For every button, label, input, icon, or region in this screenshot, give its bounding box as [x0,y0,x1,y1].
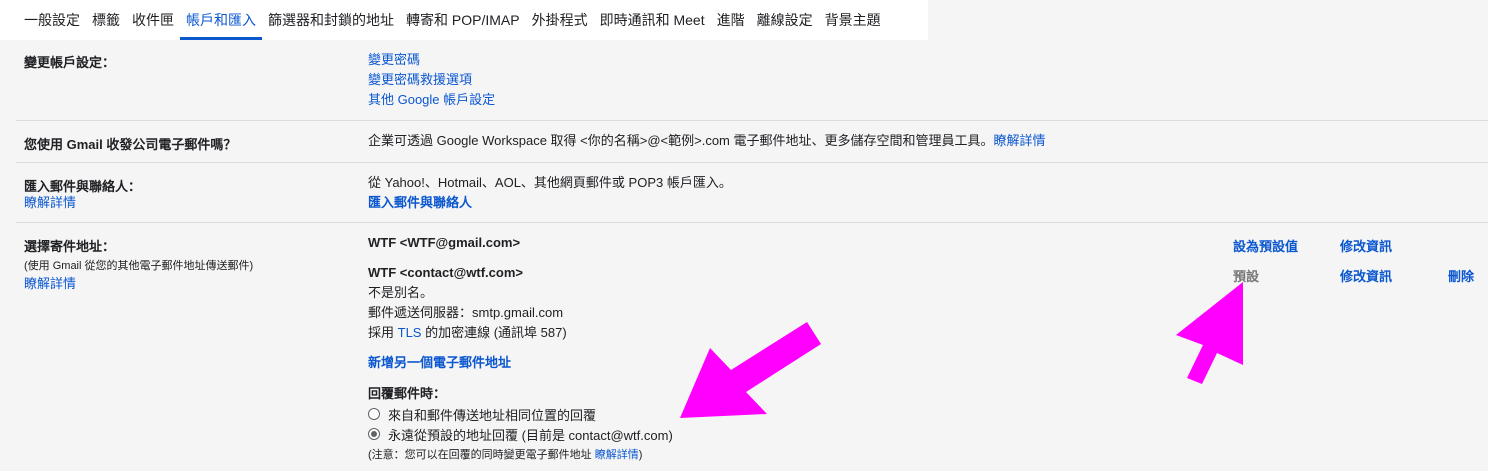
reply-note: (注意：您可以在回覆的同時變更電子郵件地址 瞭解詳情) [368,449,643,461]
section-divider [16,162,1488,163]
default-label: 預設 [1233,269,1260,284]
tab-themes[interactable]: 背景主題 [819,0,887,40]
tls-info: 採用 TLS 的加密連線 (通訊埠 587) [368,325,567,340]
tab-general[interactable]: 一般設定 [0,0,86,40]
import-mail-contacts-link[interactable]: 匯入郵件與聯絡人 [368,195,472,210]
reply-settings: 回覆郵件時： 來自和郵件傳送地址相同位置的回覆 永遠從預設的地址回覆 (目前是 … [368,384,673,462]
address-2-block: WTF <contact@wtf.com> 不是別名。 郵件遞送伺服器：smtp… [368,263,567,343]
section-divider [16,222,1488,223]
tls-link[interactable]: TLS [398,325,422,340]
google-account-settings-link[interactable]: 其他 Google 帳戶設定 [368,92,495,107]
change-password-link[interactable]: 變更密碼 [368,52,420,67]
send-as-label: 選擇寄件地址： [24,239,116,254]
tab-forwarding[interactable]: 轉寄和 POP/IMAP [400,0,526,40]
reply-note-learn-more-link[interactable]: 瞭解詳情 [595,449,639,461]
edit-info-link-2[interactable]: 修改資訊 [1340,266,1392,285]
send-as-sublabel: (使用 Gmail 從您的其他電子郵件地址傳送郵件) [24,260,254,272]
change-account-links: 變更密碼 變更密碼救援選項 其他 Google 帳戶設定 [368,50,495,110]
alias-note: 不是別名。 [368,285,434,300]
delete-link[interactable]: 刪除 [1448,266,1474,285]
section-divider [16,120,1488,121]
set-default-link[interactable]: 設為預設值 [1233,236,1298,255]
business-text: 企業可透過 Google Workspace 取得 <你的名稱>@<範例>.co… [368,133,994,148]
tabs-filler [928,0,1488,40]
tab-offline[interactable]: 離線設定 [751,0,819,40]
smtp-server: 郵件遞送伺服器：smtp.gmail.com [368,305,564,320]
tab-advanced[interactable]: 進階 [711,0,751,40]
edit-info-link[interactable]: 修改資訊 [1340,236,1392,255]
tab-accounts-import[interactable]: 帳戶和匯入 [180,0,262,40]
change-account-label: 變更帳戶設定： [24,55,116,70]
address-2: WTF <contact@wtf.com> [368,265,523,280]
arrow-annotation-reply [680,322,821,418]
radio-default-address[interactable] [368,428,380,440]
business-learn-more-link[interactable]: 瞭解詳情 [994,133,1046,148]
import-content: 從 Yahoo!、Hotmail、AOL、其他網頁郵件或 POP3 帳戶匯入。 … [368,173,732,213]
add-another-address-link[interactable]: 新增另一個電子郵件地址 [368,355,511,370]
business-label: 您使用 Gmail 收發公司電子郵件嗎？ [24,137,237,152]
send-as-learn-more-link[interactable]: 瞭解詳情 [24,276,76,291]
tab-labels[interactable]: 標籤 [86,0,126,40]
arrow-annotation-default [1176,282,1243,384]
radio-same-address[interactable] [368,408,380,420]
reply-heading: 回覆郵件時： [368,386,447,401]
import-text: 從 Yahoo!、Hotmail、AOL、其他網頁郵件或 POP3 帳戶匯入。 [368,175,732,190]
address-1: WTF <WTF@gmail.com> [368,235,521,250]
reply-option-same-address[interactable]: 來自和郵件傳送地址相同位置的回覆 [368,404,673,424]
recovery-options-link[interactable]: 變更密碼救援選項 [368,72,472,87]
tab-addons[interactable]: 外掛程式 [526,0,594,40]
import-learn-more-link[interactable]: 瞭解詳情 [24,195,76,210]
reply-option-default-address[interactable]: 永遠從預設的地址回覆 (目前是 contact@wtf.com) [368,424,673,444]
business-row: 企業可透過 Google Workspace 取得 <你的名稱>@<範例>.co… [368,131,1046,151]
tab-filters[interactable]: 篩選器和封鎖的地址 [262,0,400,40]
tab-chat-meet[interactable]: 即時通訊和 Meet [594,0,711,40]
settings-tabs: 一般設定 標籤 收件匣 帳戶和匯入 篩選器和封鎖的地址 轉寄和 POP/IMAP… [0,0,928,40]
tab-inbox[interactable]: 收件匣 [126,0,180,40]
